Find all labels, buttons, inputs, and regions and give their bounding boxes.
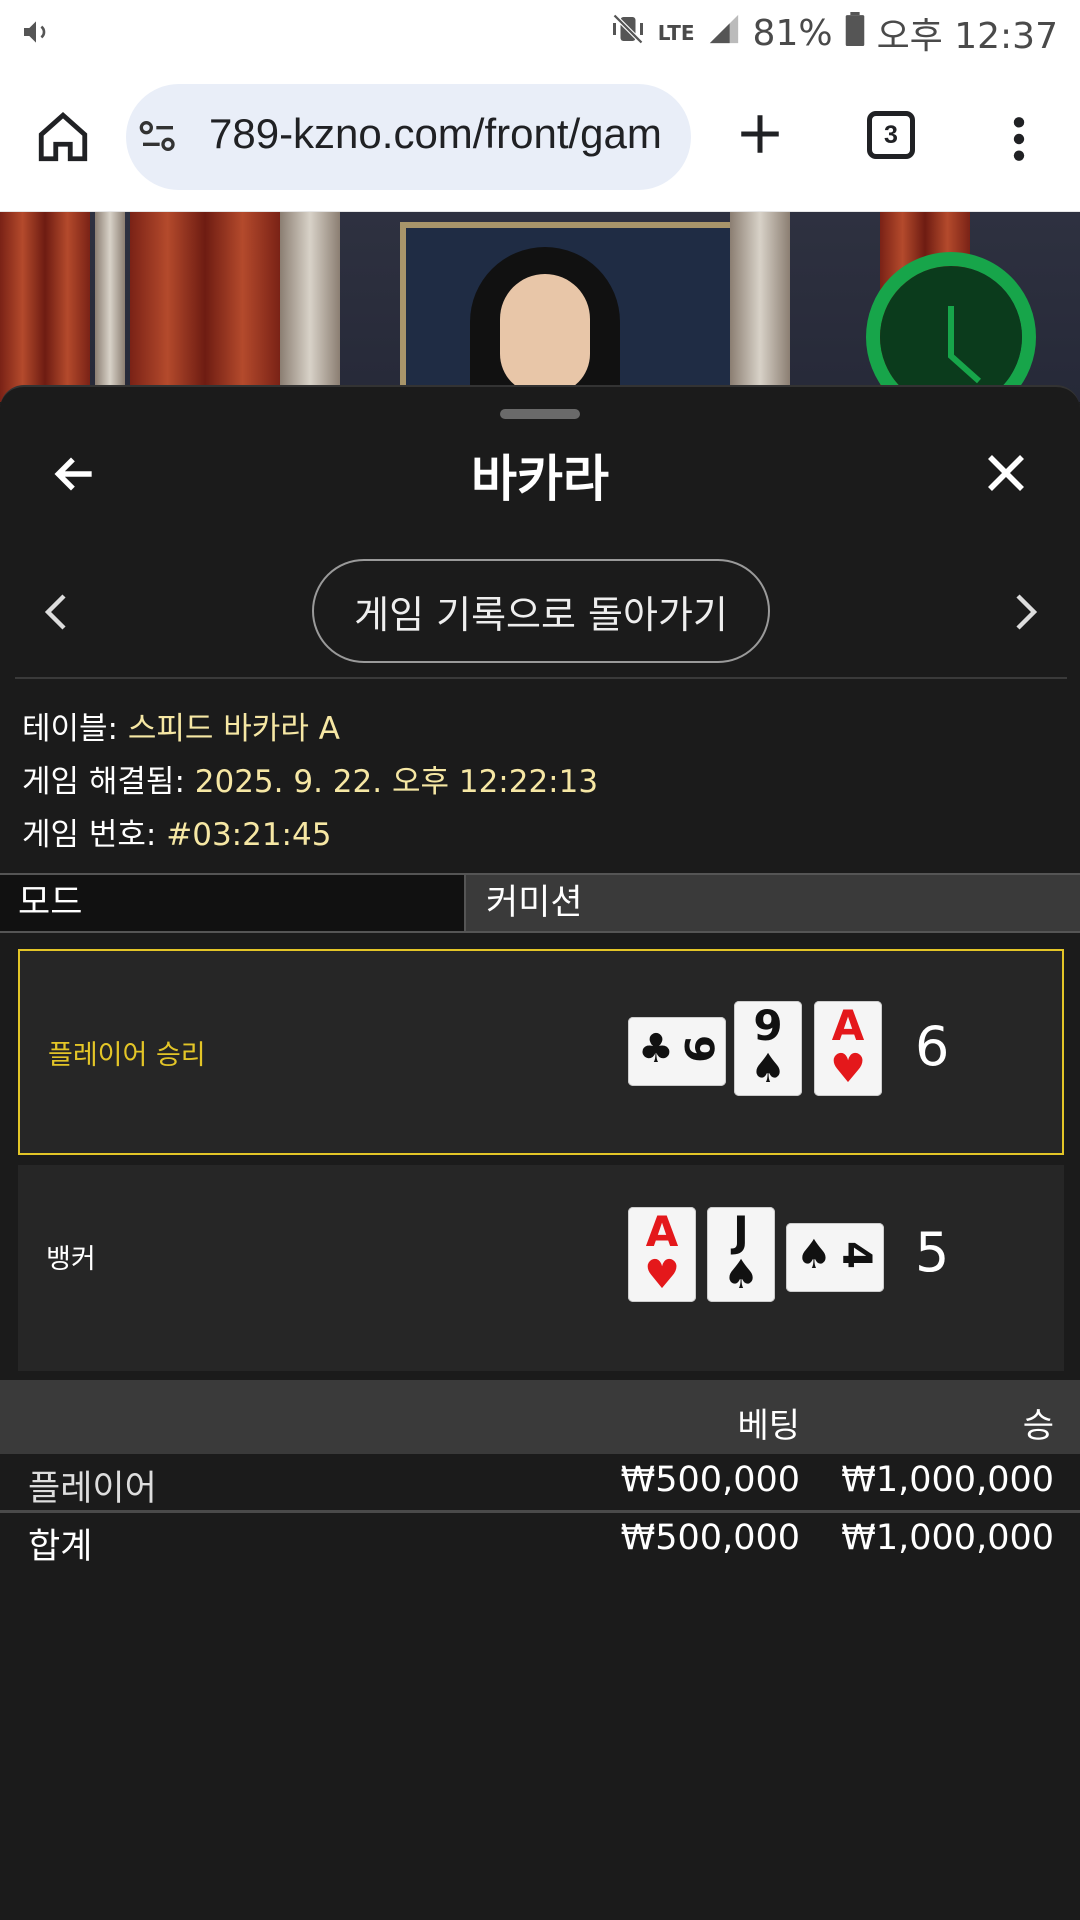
mode-row: 모드 커미션 [0, 873, 1080, 933]
browser-toolbar: 789-kzno.com/front/gam 3 [0, 66, 1080, 212]
resolved-value: 2025. 9. 22. 오후 12:22:13 [194, 764, 599, 800]
game-number-label: 게임 번호: [22, 817, 157, 853]
dealer-face [500, 274, 590, 394]
banker-score: 5 [915, 1221, 950, 1284]
bet-amount: ₩500,000 [620, 1460, 800, 1500]
vibrate-mute-icon [610, 11, 646, 56]
total-row: 합계 ₩500,000 ₩1,000,000 [0, 1512, 1080, 1568]
mode-label: 모드 [0, 875, 466, 931]
total-bet-amount: ₩500,000 [620, 1518, 800, 1558]
player-score: 6 [915, 1015, 950, 1078]
bets-table-header: 베팅 승 [0, 1380, 1080, 1454]
banker-card-1: A ♥ [628, 1207, 696, 1302]
battery-percent: 81% [752, 12, 833, 54]
resolved-label: 게임 해결됨: [22, 764, 185, 800]
pillar [280, 212, 340, 402]
drag-handle[interactable] [500, 409, 580, 419]
player-result: 플레이어 승리 ♣ 9 9 ♠ A ♥ 6 [18, 949, 1064, 1155]
game-number-value: #03:21:45 [166, 817, 332, 853]
previous-game-chevron-icon[interactable] [42, 592, 70, 636]
new-tab-icon[interactable] [735, 109, 785, 163]
tab-switcher-button[interactable]: 3 [867, 111, 915, 159]
player-card-3: A ♥ [814, 1001, 882, 1096]
bet-column-header: 베팅 [737, 1406, 800, 1446]
table-row: 플레이어 ₩500,000 ₩1,000,000 [0, 1454, 1080, 1510]
mode-value: 커미션 [486, 883, 583, 923]
table-info: 테이블: 스피드 바카라 A [22, 703, 340, 748]
url-text[interactable]: 789-kzno.com/front/gam [209, 110, 669, 158]
close-icon[interactable] [982, 449, 1030, 501]
table-label: 테이블: [22, 711, 119, 747]
next-game-chevron-icon[interactable] [1012, 592, 1040, 636]
win-column-header: 승 [1022, 1406, 1054, 1446]
countdown-timer [866, 252, 1036, 402]
status-icons: LTE 81% 오후 12:37 [610, 8, 1058, 58]
banker-result-label: 뱅커 [46, 1244, 96, 1275]
game-detail-sheet: 바카라 게임 기록으로 돌아가기 테이블: 스피드 바카라 A 게임 해결됨: … [0, 385, 1080, 1920]
pillar [95, 212, 125, 402]
address-bar[interactable]: 789-kzno.com/front/gam [126, 84, 691, 190]
table-value: 스피드 바카라 A [127, 711, 340, 747]
curtain-left [0, 212, 90, 402]
game-number-info: 게임 번호: #03:21:45 [22, 809, 331, 854]
player-card-1: ♣ 9 [628, 1017, 726, 1086]
bet-name: 플레이어 [28, 1469, 157, 1509]
divider [15, 677, 1067, 679]
banker-card-3: ♠ 4 [786, 1223, 884, 1292]
player-result-label: 플레이어 승리 [48, 1040, 206, 1071]
more-options-icon[interactable] [1004, 114, 1034, 168]
player-card-2: 9 ♠ [734, 1001, 802, 1096]
sheet-title: 바카라 [471, 450, 609, 508]
volume-icon [20, 16, 52, 52]
network-type: LTE [657, 21, 695, 45]
battery-icon [845, 11, 865, 55]
clock: 오후 12:37 [876, 16, 1058, 57]
curtain [130, 212, 280, 402]
banker-card-2: J ♠ [707, 1207, 775, 1302]
back-to-history-button[interactable]: 게임 기록으로 돌아가기 [312, 559, 770, 663]
banker-result: 뱅커 A ♥ J ♠ ♠ 4 5 [18, 1165, 1064, 1371]
pillar [730, 212, 790, 402]
total-label: 합계 [28, 1527, 93, 1567]
home-icon[interactable] [34, 108, 92, 166]
live-video-feed [0, 212, 1080, 402]
win-amount: ₩1,000,000 [841, 1460, 1054, 1500]
site-settings-icon[interactable] [138, 119, 178, 157]
status-bar: LTE 81% 오후 12:37 [0, 0, 1080, 66]
signal-icon [707, 12, 741, 55]
resolved-info: 게임 해결됨: 2025. 9. 22. 오후 12:22:13 [22, 756, 598, 801]
total-win-amount: ₩1,000,000 [841, 1518, 1054, 1558]
